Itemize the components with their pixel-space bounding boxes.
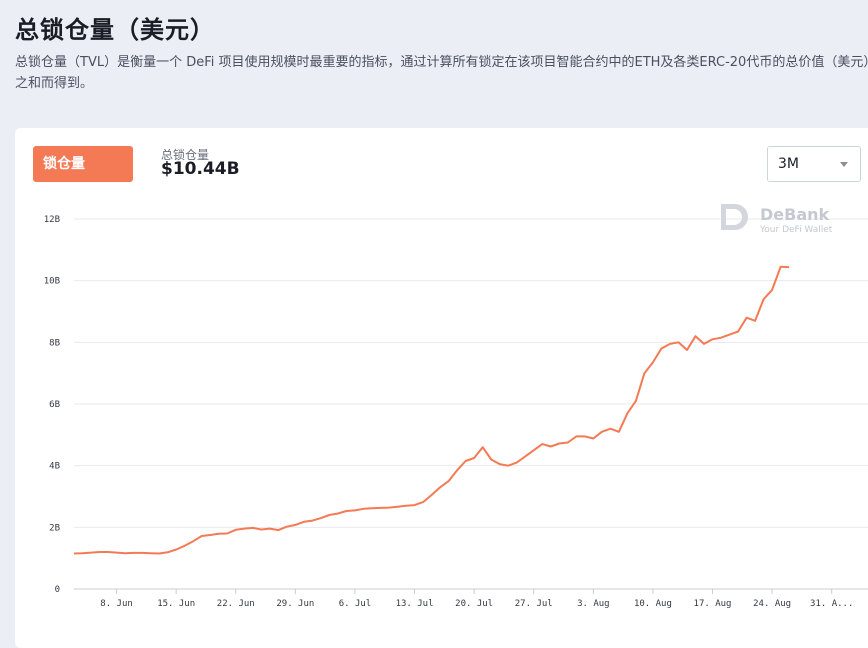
x-tick-label: 8. Jun [100,599,133,609]
x-tick-label: 24. Aug [753,599,791,609]
x-tick-label: 22. Jun [217,599,255,609]
watermark-title: DeBank [760,205,830,224]
x-tick-label: 29. Jun [276,599,314,609]
tvl-line-chart: 0 2B 4B 6B 8B 10B 12B 8. Jun 15. Jun 22. Jun 29. … [44,204,868,609]
x-tick-label: 27. Jul [515,599,553,609]
tvl-series-line [73,265,790,555]
grid-lines [74,218,868,590]
page-title: 总锁仓量（美元） [15,16,215,44]
x-tick-label: 3. Aug [577,599,610,609]
watermark-subtitle: Your DeFi Wallet [759,225,833,235]
y-tick-label: 10B [44,277,60,287]
y-tick-label: 4B [49,462,60,472]
y-tick-label: 0 [55,585,60,595]
x-tick-label: 10. Aug [634,599,672,609]
y-axis-ticks: 0 2B 4B 6B 8B 10B 12B [44,215,60,595]
x-tick-label: 6. Jul [339,599,372,609]
x-tick-label: 17. Aug [694,599,732,609]
x-tick-label: 15. Jun [157,599,195,609]
y-tick-label: 12B [44,215,60,225]
debank-logo-icon [721,204,748,230]
x-axis-ticks: 8. Jun 15. Jun 22. Jun 29. Jun 6. Jul 13. Jul… [100,589,853,609]
y-tick-label: 6B [49,400,60,410]
page-description: 总锁仓量（TVL）是衡量一个 DeFi 项目使用规模时最重要的指标，通过计算所有… [15,55,868,91]
x-tick-label: 31. A... [810,599,853,609]
chart-card: 锁仓量 总锁仓量 $10.44B 3M 0 2B 4B 6B 8B 10B 12B 8. J… [15,128,868,648]
y-tick-label: 8B [49,338,60,348]
x-tick-label: 20. Jul [455,599,493,609]
y-tick-label: 2B [49,523,60,533]
x-tick-label: 13. Jul [396,599,434,609]
